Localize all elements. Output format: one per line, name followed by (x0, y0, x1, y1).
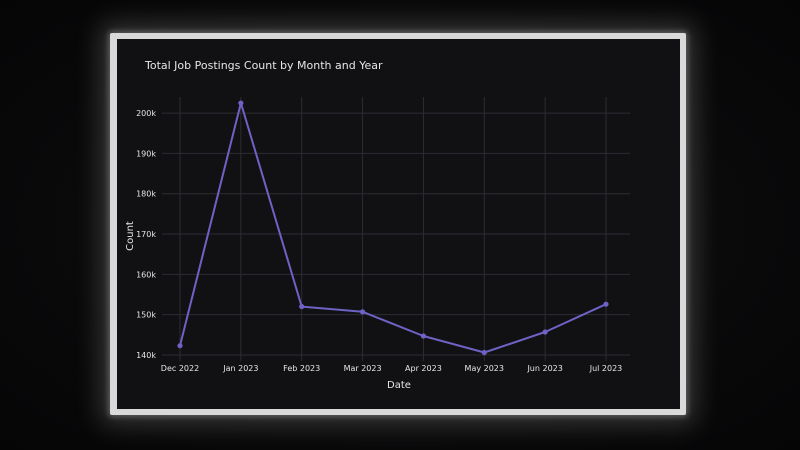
y-axis-tick-labels: 140k 150k 160k 170k 180k 190k 200k (136, 109, 156, 360)
slide-stage: Total Job Postings Count by Month and Ye… (0, 0, 800, 450)
data-point (603, 301, 609, 307)
y-tick-label: 140k (136, 351, 156, 360)
y-tick-label: 200k (136, 109, 156, 118)
x-axis-tick-labels: Dec 2022 Jan 2023 Feb 2023 Mar 2023 Apr 2023… (161, 364, 622, 373)
x-tick-label: Mar 2023 (344, 364, 382, 373)
x-tick-label: May 2023 (465, 364, 504, 373)
x-axis-label: Date (387, 380, 411, 391)
data-point (481, 349, 487, 356)
data-point (299, 303, 305, 310)
y-axis-label: Count (125, 221, 136, 251)
y-tick-label: 180k (136, 190, 156, 199)
y-tick-label: 160k (136, 270, 156, 279)
x-tick-label: Apr 2023 (405, 364, 442, 373)
data-point (238, 100, 244, 106)
chart-panel: Total Job Postings Count by Month and Ye… (117, 39, 680, 409)
x-tick-label: Jan 2023 (222, 364, 258, 373)
data-point (359, 309, 366, 315)
data-points (177, 100, 609, 356)
data-point (177, 343, 183, 349)
x-tick-label: Jul 2023 (589, 364, 623, 373)
y-tick-label: 150k (136, 311, 156, 320)
y-tick-label: 170k (136, 230, 156, 239)
data-point (420, 333, 427, 339)
x-tick-label: Feb 2023 (283, 364, 320, 373)
chart-title: Total Job Postings Count by Month and Ye… (144, 59, 383, 72)
x-tick-label: Jun 2023 (526, 364, 562, 373)
x-tick-label: Dec 2022 (161, 364, 199, 373)
line-chart: Total Job Postings Count by Month and Ye… (125, 59, 630, 391)
data-point (542, 329, 548, 335)
y-tick-label: 190k (136, 149, 156, 158)
